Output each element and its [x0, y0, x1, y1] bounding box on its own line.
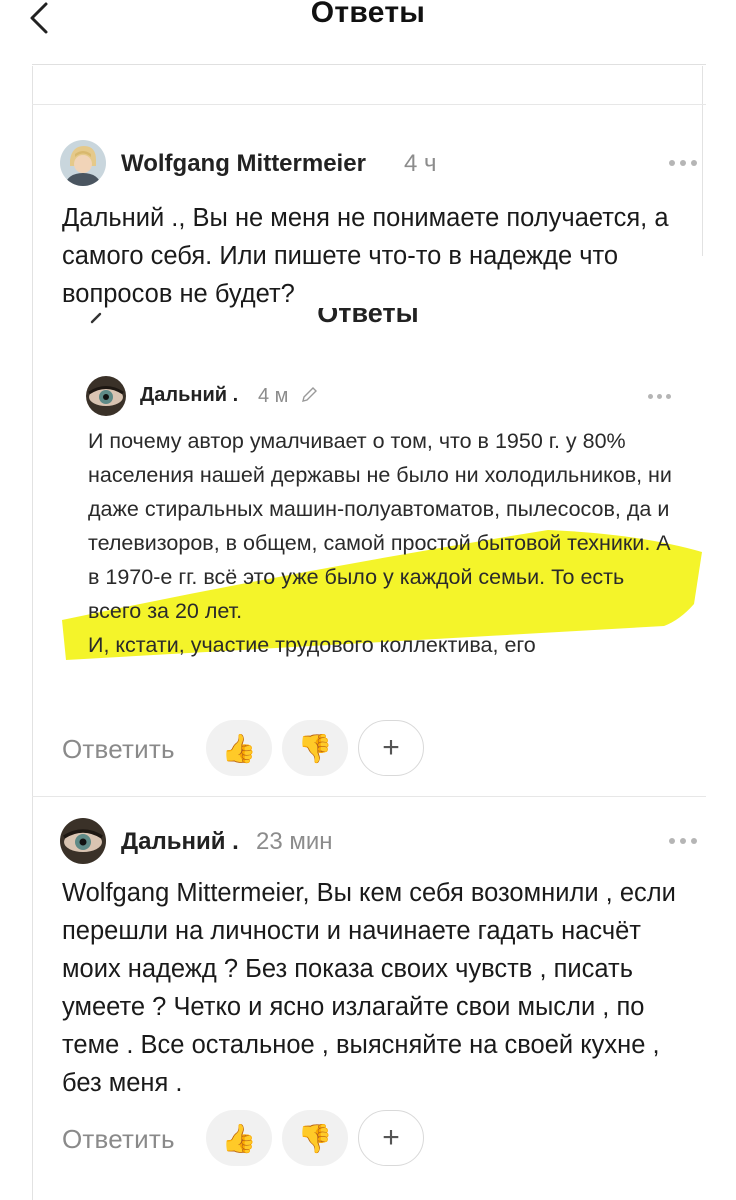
like-button[interactable]: 👍	[206, 720, 272, 776]
embedded-paragraph-2: И, кстати, участие трудового коллектива,…	[88, 633, 536, 657]
thread-frame-top	[32, 64, 706, 65]
reply-button[interactable]: Ответить	[62, 1124, 175, 1155]
comment-text: Wolfgang Mittermeier, Вы кем себя возомн…	[62, 879, 676, 1097]
divider	[32, 104, 706, 105]
dislike-button[interactable]: 👎	[282, 1110, 348, 1166]
comment-time: 4 ч	[404, 150, 437, 177]
add-reaction-button[interactable]: +	[358, 720, 424, 776]
divider	[32, 796, 706, 797]
comment-author[interactable]: Дальний .	[121, 828, 239, 856]
thumbs-up-icon: 👍	[221, 1122, 257, 1154]
like-button[interactable]: 👍	[206, 1110, 272, 1166]
embedded-screenshot: Ответы Дальний . 4 м И почему автор умал…	[0, 308, 736, 718]
comment-text: Дальний ., Вы не меня не понимаете получ…	[62, 204, 669, 308]
embedded-paragraph-1: И почему автор умалчивает о том, что в 1…	[88, 429, 672, 623]
thumbs-up-icon: 👍	[221, 732, 257, 764]
add-reaction-button[interactable]: +	[358, 1110, 424, 1166]
comment-author[interactable]: Wolfgang Mittermeier	[121, 150, 366, 178]
top-bar: Ответы	[0, 0, 736, 56]
more-options-icon[interactable]	[669, 160, 697, 166]
plus-icon: +	[382, 731, 400, 764]
dislike-button[interactable]: 👎	[282, 720, 348, 776]
thumbs-down-icon: 👎	[297, 732, 333, 764]
page-title: Ответы	[310, 0, 426, 29]
avatar[interactable]	[60, 818, 106, 864]
embedded-text: И почему автор умалчивает о том, что в 1…	[88, 424, 678, 662]
comment-time: 23 мин	[256, 828, 333, 855]
thread-frame-right	[702, 66, 703, 256]
plus-icon: +	[382, 1121, 400, 1154]
thumbs-down-icon: 👎	[297, 1122, 333, 1154]
reply-button[interactable]: Ответить	[62, 734, 175, 765]
avatar[interactable]	[60, 140, 106, 186]
more-options-icon[interactable]	[669, 838, 697, 844]
